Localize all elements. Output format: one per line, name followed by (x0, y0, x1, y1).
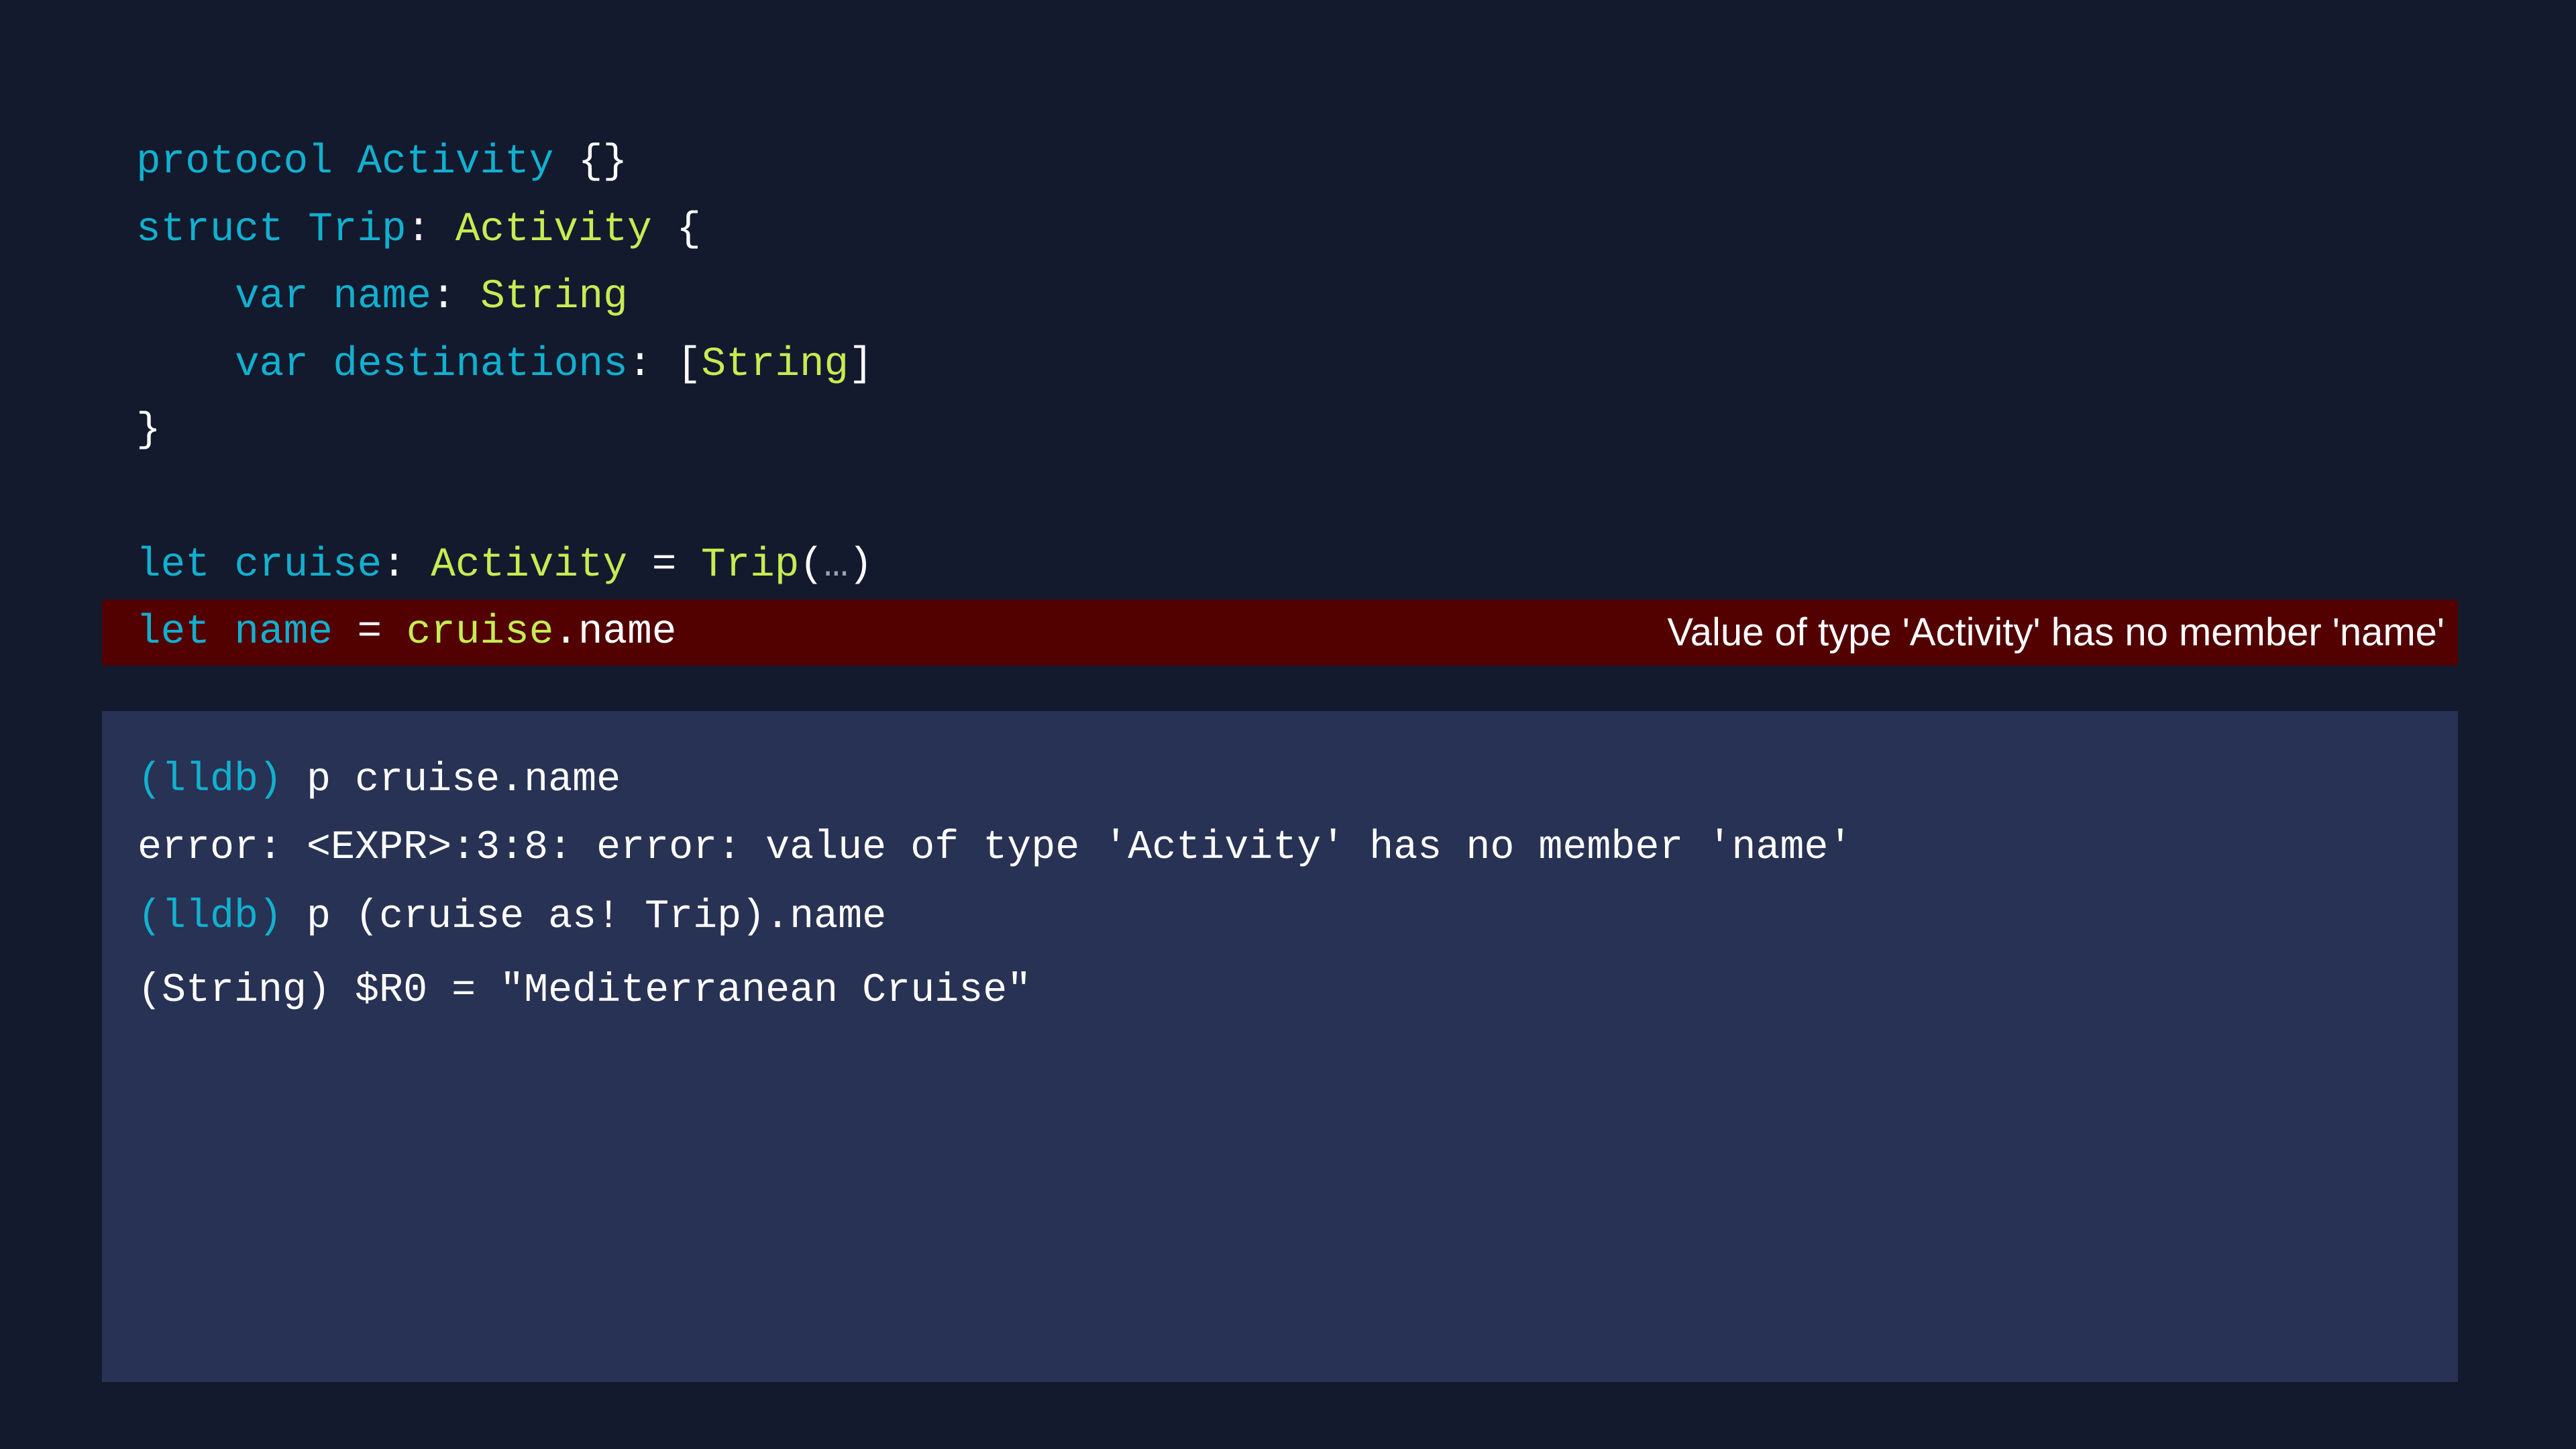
code-line-struct: struct Trip: Activity { (136, 197, 701, 264)
code-token: : [ (627, 341, 702, 388)
code-token: {} (553, 139, 628, 185)
code-token: : (382, 542, 431, 588)
code-token: let cruise (136, 542, 382, 588)
console-line: (lldb) p cruise.name (138, 747, 621, 814)
console-line: (String) $R0 = "Mediterranean Cruise" (138, 957, 1031, 1024)
error-line-highlight: let name = cruise.name Value of type 'Ac… (102, 600, 2458, 665)
code-token: Trip (700, 542, 800, 588)
lldb-prompt: (lldb) (138, 894, 283, 940)
console-error-output: error: <EXPR>:3:8: error: value of type … (138, 825, 1853, 871)
code-token: { (651, 207, 701, 253)
code-token: struct Trip (136, 207, 407, 253)
console-command: p (cruise as! Trip).name (282, 894, 887, 940)
code-token: .name (553, 609, 677, 655)
code-token: } (136, 407, 161, 453)
code-token: ] (849, 341, 873, 388)
lldb-prompt: (lldb) (138, 757, 283, 803)
debug-console[interactable]: (lldb) p cruise.name error: <EXPR>:3:8: … (102, 711, 2458, 1382)
code-token: ) (848, 542, 873, 588)
console-line: error: <EXPR>:3:8: error: value of type … (138, 814, 1852, 881)
console-line: (lldb) p (cruise as! Trip).name (138, 883, 886, 951)
code-token: protocol Activity (136, 139, 554, 185)
code-line-let-name: let name = cruise.name (136, 599, 676, 666)
code-token: = (627, 542, 701, 588)
code-token: Activity (431, 542, 628, 588)
code-token: ( (799, 542, 824, 588)
code-line-let-cruise: let cruise: Activity = Trip(…) (136, 532, 873, 599)
code-token: var name (235, 274, 431, 320)
error-message: Value of type 'Activity' has no member '… (1667, 610, 2445, 654)
code-token: String (480, 274, 628, 320)
collapsed-placeholder[interactable]: … (824, 542, 849, 588)
console-command: p cruise.name (282, 757, 621, 803)
code-line-protocol: protocol Activity {} (136, 129, 627, 196)
console-result-output: (String) $R0 = "Mediterranean Cruise" (138, 968, 1032, 1014)
code-token: cruise (406, 609, 554, 655)
code-token: = (332, 609, 407, 655)
code-line-var-name: var name: String (235, 264, 628, 331)
code-token: let name (136, 609, 333, 655)
code-token: Activity (455, 207, 652, 253)
code-token: String (701, 341, 849, 388)
code-token: var destinations (235, 341, 628, 388)
code-token: : (406, 207, 455, 253)
code-line-var-destinations: var destinations: [String] (235, 331, 873, 398)
code-token: : (431, 274, 481, 320)
code-line-close-brace: } (136, 397, 161, 464)
